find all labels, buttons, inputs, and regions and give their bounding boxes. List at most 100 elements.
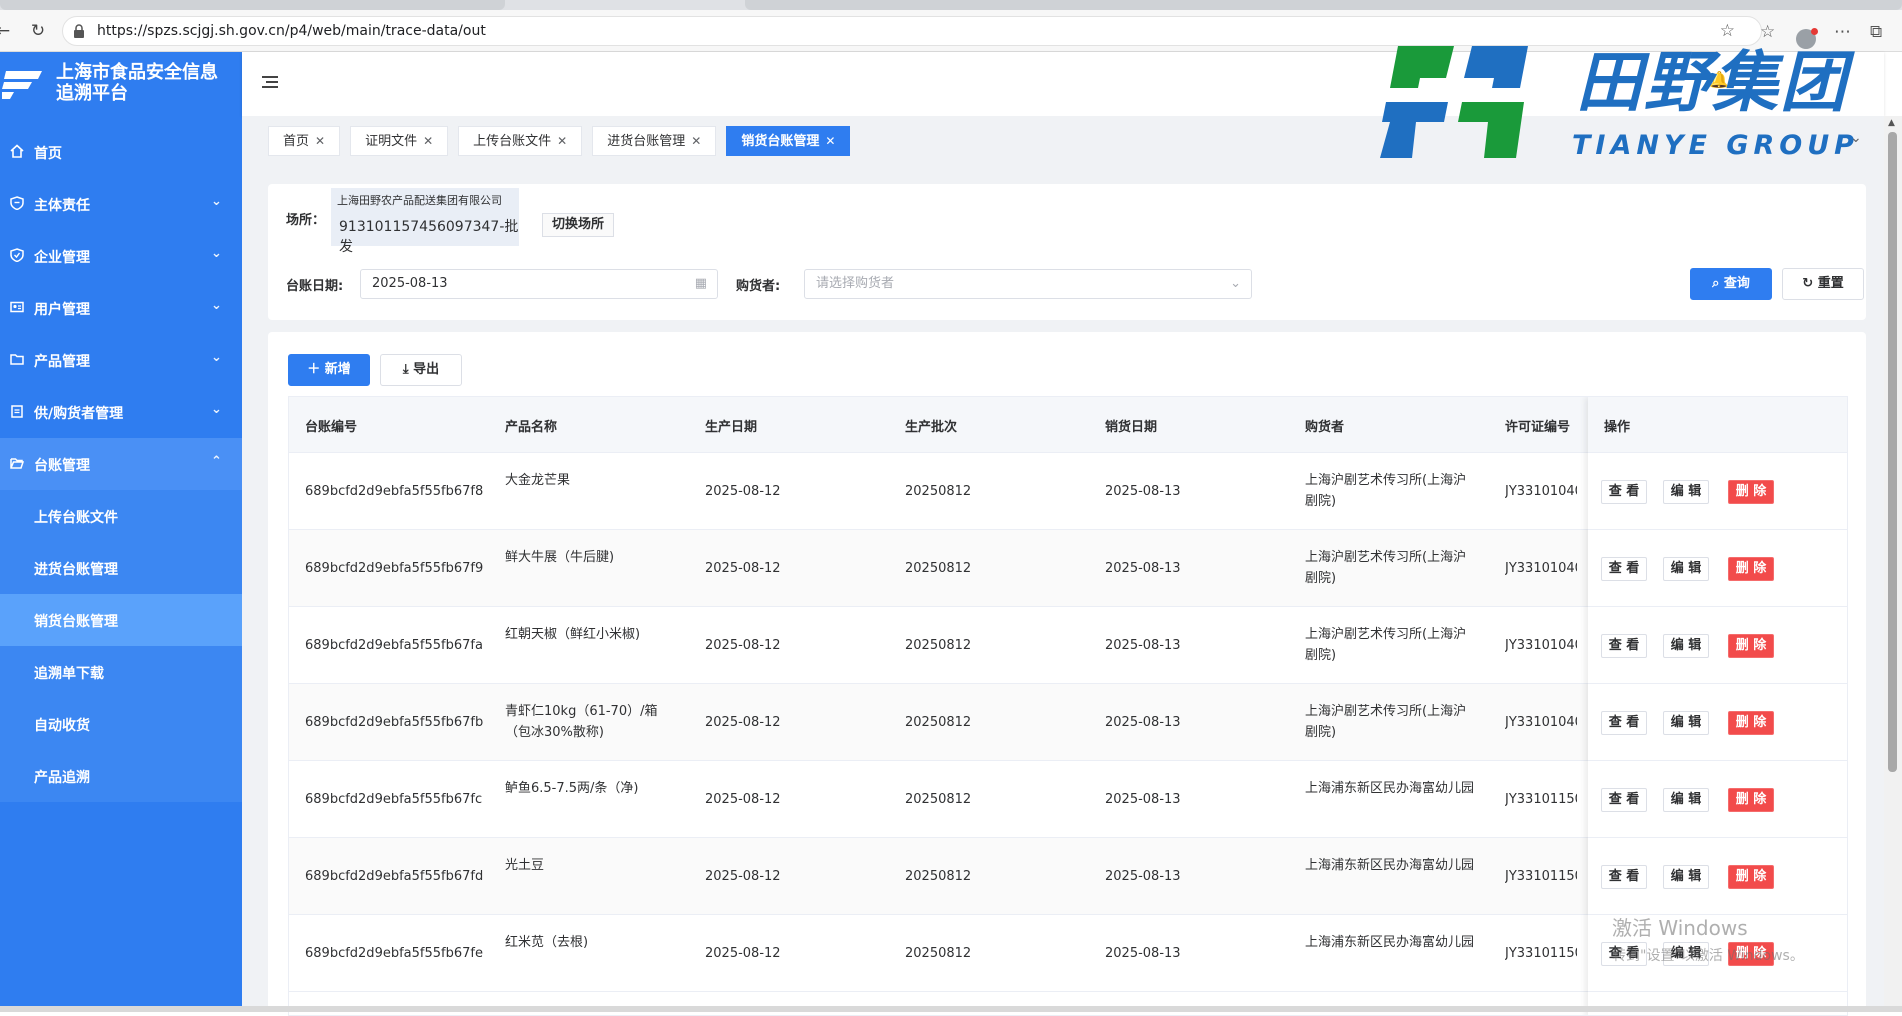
favorites-icon[interactable]: ☆ (1760, 22, 1775, 42)
sidebar-subitem-upload-ledger[interactable]: 上传台账文件 (0, 490, 242, 542)
view-button[interactable]: 查 看 (1601, 865, 1647, 889)
view-button[interactable]: 查 看 (1601, 788, 1647, 812)
cell-buyer: 上海浦东新区民办海富幼儿园 (1305, 858, 1475, 873)
browser-tab[interactable] (0, 0, 505, 10)
page-scrollbar[interactable]: ▲ (1884, 116, 1902, 1007)
tab-purchase-ledger[interactable]: 进货台账管理 ✕ (592, 126, 717, 156)
sidebar-item-label: 主体责任 (34, 198, 90, 214)
view-button[interactable]: 查 看 (1601, 711, 1647, 735)
sidebar-item-products[interactable]: 产品管理 ⌄ (0, 334, 242, 386)
sidebar-item-subject-responsibility[interactable]: 主体责任 ⌄ (0, 178, 242, 230)
actions-row: 查 看编 辑删 除 (1588, 761, 1847, 838)
chevron-down-icon: ⌄ (1230, 276, 1241, 291)
switch-place-button[interactable]: 切换场所 (542, 213, 614, 237)
cell-production-date: 2025-08-12 (705, 792, 781, 807)
cell-license: JY33101150 (1505, 792, 1577, 807)
cell-buyer: 上海沪剧艺术传习所(上海沪剧院) (1305, 473, 1467, 509)
edit-button[interactable]: 编 辑 (1663, 865, 1709, 889)
tab-upload-ledger[interactable]: 上传台账文件 ✕ (458, 126, 583, 156)
delete-button[interactable]: 删 除 (1728, 480, 1774, 504)
reset-button[interactable]: ↻ 重置 (1782, 268, 1864, 300)
close-icon[interactable]: ✕ (315, 134, 325, 148)
delete-button[interactable]: 删 除 (1728, 711, 1774, 735)
col-header-actions: 操作 (1604, 420, 1631, 435)
browser-tab[interactable] (745, 0, 1902, 10)
query-button[interactable]: ⌕ 查询 (1690, 268, 1772, 300)
actions-header: 操作 (1588, 397, 1847, 453)
buyer-placeholder: 请选择购货者 (816, 276, 895, 291)
sidebar-item-home[interactable]: 首页 (0, 126, 242, 178)
sidebar-subitem-trace-download[interactable]: 追溯单下载 (0, 646, 242, 698)
extension-icon[interactable]: ⧉ (1870, 22, 1882, 42)
sidebar: 上海市食品安全信息 追溯平台 首页 主体责任 ⌄ 企业管理 ⌄ 用户管理 ⌄ 产… (0, 52, 242, 1007)
view-button[interactable]: 查 看 (1601, 634, 1647, 658)
delete-button[interactable]: 删 除 (1728, 557, 1774, 581)
actions-row: 查 看编 辑删 除 (1588, 838, 1847, 915)
chevron-down-icon: ⌄ (211, 246, 222, 261)
sidebar-item-enterprise[interactable]: 企业管理 ⌄ (0, 230, 242, 282)
sidebar-item-suppliers[interactable]: 供/购货者管理 ⌄ (0, 386, 242, 438)
sidebar-subitem-sales-ledger[interactable]: 销货台账管理 (0, 594, 242, 646)
app-logo-icon (2, 71, 42, 99)
cell-ledger-id: 689bcfd2d9ebfa5f55fb67fb (305, 715, 484, 730)
ledger-table-card: ＋ 新增 ⤓ 导出 台账编号 产品名称 生产日期 生产批次 销货日期 购货者 许… (268, 332, 1866, 1016)
view-button[interactable]: 查 看 (1601, 480, 1647, 504)
ledger-date-picker[interactable]: 2025-08-13 ▦ (360, 269, 718, 299)
cell-license: JY33101150 (1505, 869, 1577, 884)
close-icon[interactable]: ✕ (825, 134, 835, 148)
tab-certificates[interactable]: 证明文件 ✕ (350, 126, 449, 156)
col-header-product: 产品名称 (505, 420, 558, 435)
scroll-up-icon[interactable]: ▲ (1888, 118, 1895, 128)
sidebar-subitem-purchase-ledger[interactable]: 进货台账管理 (0, 542, 242, 594)
brand-line2: 追溯平台 (56, 83, 128, 104)
reload-icon[interactable]: ↻ (27, 20, 49, 42)
shield-check-icon (10, 248, 24, 262)
cell-batch: 20250812 (905, 715, 972, 730)
add-button[interactable]: ＋ 新增 (288, 354, 370, 386)
edit-button[interactable]: 编 辑 (1663, 711, 1709, 735)
cell-product-name: 红朝天椒（鲜红小米椒) (505, 627, 641, 642)
cell-ledger-id: 689bcfd2d9ebfa5f55fb67f8 (305, 484, 484, 499)
sidebar-item-label: 台账管理 (34, 458, 90, 474)
user-dropdown-chevron-icon[interactable]: ⌄ (1850, 130, 1862, 146)
cell-production-date: 2025-08-12 (705, 715, 781, 730)
activation-line2: 转到"设置"以激活 Windows。 (1612, 948, 1804, 964)
export-button[interactable]: ⤓ 导出 (380, 354, 462, 386)
view-button[interactable]: 查 看 (1601, 557, 1647, 581)
sidebar-item-ledger[interactable]: 台账管理 ⌃ (0, 438, 242, 490)
bookmark-star-icon[interactable]: ☆ (1720, 21, 1735, 41)
tab-label: 销货台账管理 (741, 134, 820, 149)
place-display: 上海田野农产品配送集团有限公司 913101157456097347-批发 (331, 188, 519, 255)
edit-button[interactable]: 编 辑 (1663, 634, 1709, 658)
export-label: 导出 (413, 362, 440, 377)
date-label: 台账日期: (286, 279, 344, 294)
scrollbar-thumb[interactable] (1888, 132, 1897, 772)
brand-line1: 上海市食品安全信息 (56, 62, 218, 83)
tab-home[interactable]: 首页 ✕ (268, 126, 341, 156)
delete-button[interactable]: 删 除 (1728, 788, 1774, 812)
buyer-select[interactable]: 请选择购货者 ⌄ (804, 269, 1252, 299)
menu-toggle-icon[interactable] (262, 76, 278, 90)
delete-button[interactable]: 删 除 (1728, 865, 1774, 889)
delete-button[interactable]: 删 除 (1728, 634, 1774, 658)
sidebar-subitem-product-trace[interactable]: 产品追溯 (0, 750, 242, 802)
more-icon[interactable]: ⋯ (1834, 22, 1851, 42)
edit-button[interactable]: 编 辑 (1663, 788, 1709, 812)
buyer-label: 购货者: (736, 279, 781, 294)
tab-sales-ledger[interactable]: 销货台账管理 ✕ (726, 126, 851, 156)
close-icon[interactable]: ✕ (691, 134, 701, 148)
app-brand: 上海市食品安全信息 追溯平台 (56, 62, 218, 104)
tianye-watermark-logo: 田野集团 TIANYE GROUP (1376, 42, 1866, 162)
cell-buyer: 上海浦东新区民办海富幼儿园 (1305, 935, 1475, 950)
sidebar-subitem-auto-receive[interactable]: 自动收货 (0, 698, 242, 750)
shield-icon (10, 196, 24, 210)
back-icon[interactable]: ← (0, 20, 14, 42)
close-icon[interactable]: ✕ (557, 134, 567, 148)
sidebar-item-users[interactable]: 用户管理 ⌄ (0, 282, 242, 334)
edit-button[interactable]: 编 辑 (1663, 480, 1709, 504)
col-header-batch: 生产批次 (905, 420, 958, 435)
cell-production-date: 2025-08-12 (705, 869, 781, 884)
sidebar-subitem-label: 追溯单下载 (34, 666, 104, 682)
close-icon[interactable]: ✕ (423, 134, 433, 148)
edit-button[interactable]: 编 辑 (1663, 557, 1709, 581)
